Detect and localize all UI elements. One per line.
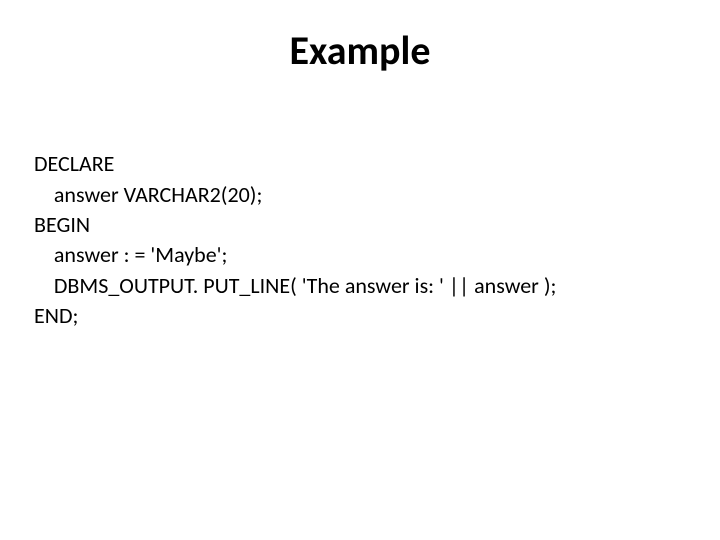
code-line: BEGIN [34,211,90,238]
slide: Example DECLARE answer VARCHAR2(20); BEG… [0,0,720,540]
code-line: answer VARCHAR2(20); [34,181,262,208]
slide-title: Example [34,26,686,75]
code-block: DECLARE answer VARCHAR2(20); BEGIN answe… [34,119,686,362]
code-line: END; [34,302,78,329]
code-line: DBMS_OUTPUT. PUT_LINE( 'The answer is: '… [34,272,556,299]
code-line: DECLARE [34,150,114,177]
code-line: answer : = 'Maybe'; [34,241,227,268]
